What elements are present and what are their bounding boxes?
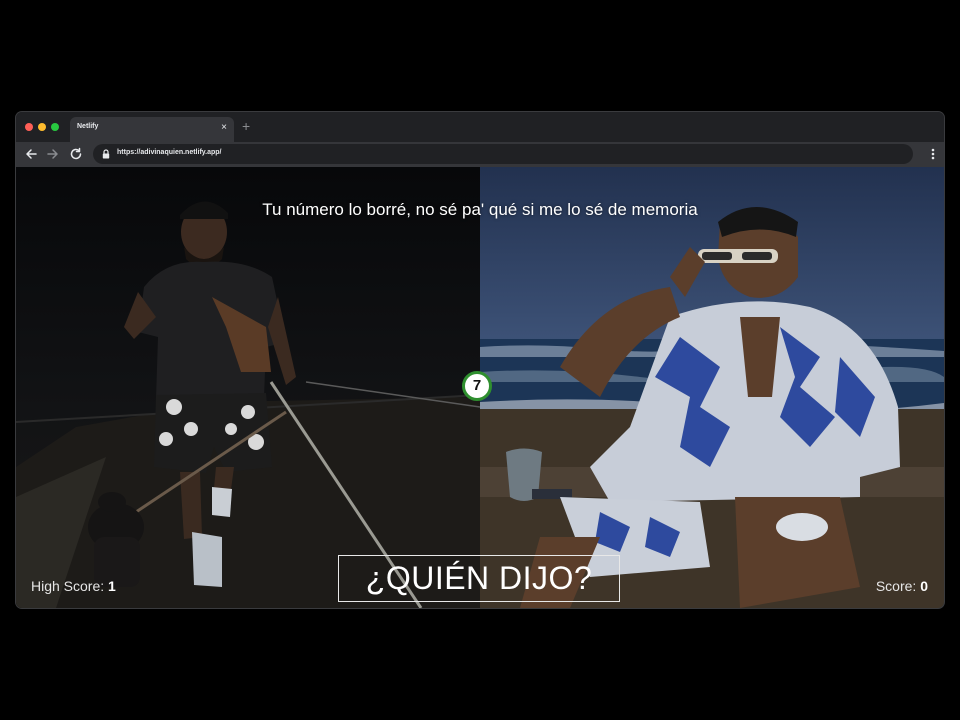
high-score-label: High Score: [31, 578, 105, 594]
score-value: 0 [920, 578, 928, 594]
score-label: Score: [875, 578, 917, 594]
close-window-icon[interactable] [25, 123, 33, 131]
maximize-window-icon[interactable] [51, 123, 59, 131]
left-artist-image [16, 167, 480, 608]
right-artist-image [480, 167, 944, 608]
vertical-dots-icon[interactable] [930, 147, 936, 161]
tab-bar: Netlify × + [16, 112, 944, 142]
option-right-artist-photo[interactable] [480, 167, 944, 608]
reload-icon[interactable] [69, 147, 83, 161]
high-score-value: 1 [108, 578, 116, 594]
close-icon[interactable]: × [221, 122, 227, 134]
url-text: https://adivinaquien.netlify.app/ [117, 149, 222, 156]
minimize-window-icon[interactable] [38, 123, 46, 131]
address-bar[interactable]: https://adivinaquien.netlify.app/ [93, 144, 913, 164]
countdown-timer: 7 [462, 371, 492, 401]
tab-netlify[interactable]: Netlify × [70, 117, 234, 142]
tab-title: Netlify [77, 123, 99, 130]
browser-window: Netlify × + https://adivinaquien.netlify… [16, 112, 944, 608]
lyric-quote: Tu número lo borré, no sé pa' qué si me … [262, 200, 698, 219]
arrow-left-icon[interactable] [24, 147, 38, 161]
high-score: High Score: 1 [31, 578, 116, 594]
option-left-artist-photo[interactable] [16, 167, 480, 608]
game-viewport: Tu número lo borré, no sé pa' qué si me … [16, 167, 944, 608]
browser-toolbar: https://adivinaquien.netlify.app/ [16, 142, 944, 167]
lock-icon [102, 149, 110, 159]
game-title: ¿QUIÉN DIJO? [338, 555, 620, 602]
current-score: Score: 0 [876, 578, 928, 594]
arrow-right-icon[interactable] [46, 147, 60, 161]
new-tab-icon[interactable]: + [242, 119, 250, 133]
